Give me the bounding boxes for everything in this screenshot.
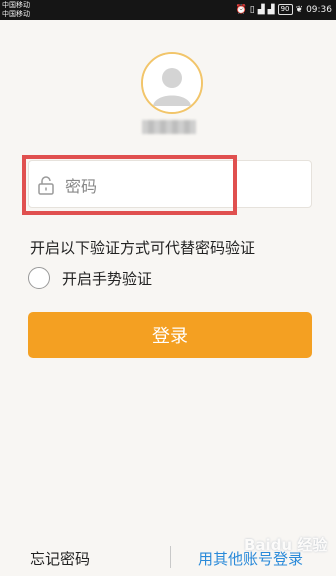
status-bar: 中国移动 中国移动 ⏰ ▯ ▟ ▟ 90 ❦ 09:36 (0, 0, 336, 20)
signal-icon: ▟ (257, 4, 265, 15)
avatar-icon (143, 54, 201, 112)
avatar (141, 52, 203, 114)
gesture-label: 开启手势验证 (62, 269, 153, 288)
gesture-radio[interactable] (28, 267, 50, 289)
battery-icon: 90 (277, 4, 293, 15)
status-icons: ⏰ ▯ ▟ ▟ 90 ❦ 09:36 (236, 4, 332, 15)
clock-label: 09:36 (306, 4, 332, 15)
forgot-password-link[interactable]: 忘记密码 (30, 548, 90, 569)
alarm-icon: ⏰ (235, 4, 247, 15)
login-button[interactable]: 登录 (28, 312, 312, 358)
leaf-icon: ❦ (295, 4, 304, 15)
gesture-verify-option[interactable]: 开启手势验证 (28, 265, 152, 291)
carrier-label-1: 中国移动 (2, 1, 30, 9)
signal-icon-2: ▟ (267, 4, 275, 15)
annotation-highlight-box (22, 155, 237, 215)
alt-verify-title: 开启以下验证方式可代替密码验证 (30, 239, 256, 257)
carrier-label-2: 中国移动 (2, 10, 30, 18)
footer-divider (170, 546, 171, 568)
username-obscured (142, 120, 196, 134)
baidu-watermark: Baidu 经验 (244, 536, 328, 554)
vibrate-icon: ▯ (249, 4, 255, 15)
